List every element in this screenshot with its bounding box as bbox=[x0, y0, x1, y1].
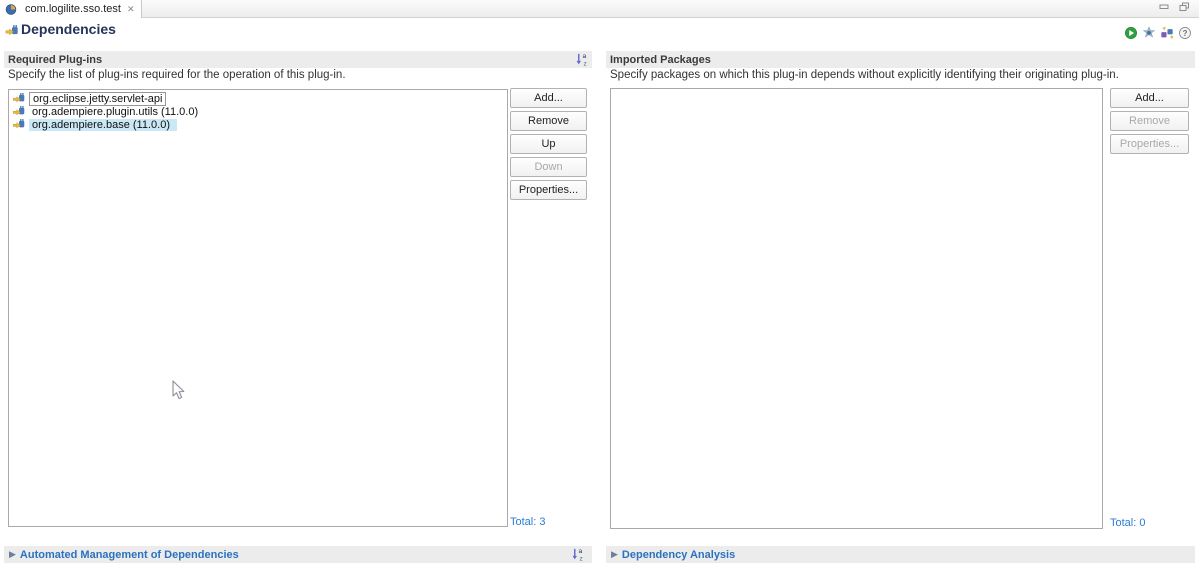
plugin-manifest-icon bbox=[4, 3, 18, 16]
down-button: Down bbox=[510, 157, 587, 177]
help-icon[interactable]: ? bbox=[1178, 26, 1192, 40]
svg-text:?: ? bbox=[1183, 29, 1188, 38]
externalize-strings-icon[interactable] bbox=[1142, 26, 1156, 40]
remove-package-button: Remove bbox=[1110, 111, 1189, 131]
required-plugins-total: Total: 3 bbox=[510, 516, 545, 528]
imported-packages-list[interactable] bbox=[610, 88, 1103, 529]
plugin-manifest-editor: com.logilite.sso.test ✕ Dependencies bbox=[0, 0, 1199, 567]
required-plugins-description: Specify the list of plug-ins required fo… bbox=[8, 69, 346, 81]
svg-text:z: z bbox=[579, 556, 582, 562]
minimize-icon[interactable] bbox=[1159, 2, 1170, 12]
editor-tab-bar: com.logilite.sso.test ✕ bbox=[0, 0, 1199, 18]
imported-packages-total: Total: 0 bbox=[1110, 517, 1145, 529]
add-package-button[interactable]: Add... bbox=[1110, 88, 1189, 108]
form-toolbar: ? bbox=[1124, 26, 1192, 40]
dependency-analysis-title: Dependency Analysis bbox=[622, 549, 735, 561]
dependency-analysis-section[interactable]: ▶ Dependency Analysis bbox=[606, 546, 1195, 563]
package-properties-button: Properties... bbox=[1110, 134, 1189, 154]
imported-packages-section-header: Imported Packages bbox=[606, 51, 1195, 68]
organize-manifests-icon[interactable] bbox=[1160, 26, 1174, 40]
svg-text:a: a bbox=[583, 53, 587, 60]
plugin-name: org.adempiere.base (11.0.0) bbox=[29, 119, 177, 131]
up-button[interactable]: Up bbox=[510, 134, 587, 154]
sort-alphabetically-icon[interactable]: a z bbox=[571, 547, 586, 562]
add-plugin-button[interactable]: Add... bbox=[510, 88, 587, 108]
export-deployable-plugin-icon[interactable] bbox=[1124, 26, 1138, 40]
dependencies-page-icon bbox=[5, 24, 19, 38]
svg-text:a: a bbox=[579, 548, 583, 555]
page-title: Dependencies bbox=[21, 21, 116, 37]
view-controls bbox=[1159, 2, 1190, 12]
imported-packages-description: Specify packages on which this plug-in d… bbox=[610, 69, 1119, 81]
svg-text:z: z bbox=[583, 61, 586, 67]
editor-tab-title: com.logilite.sso.test bbox=[25, 3, 121, 15]
required-plugin-icon bbox=[12, 105, 26, 118]
plugin-name: org.adempiere.plugin.utils (11.0.0) bbox=[29, 106, 201, 118]
required-plugin-icon bbox=[12, 92, 26, 105]
remove-plugin-button[interactable]: Remove bbox=[510, 111, 587, 131]
editor-tab[interactable]: com.logilite.sso.test ✕ bbox=[0, 0, 142, 18]
automated-management-title: Automated Management of Dependencies bbox=[20, 549, 239, 561]
required-plugins-title: Required Plug-ins bbox=[4, 54, 102, 66]
restore-icon[interactable] bbox=[1179, 2, 1190, 12]
automated-management-section[interactable]: ▶ Automated Management of Dependencies a… bbox=[4, 546, 592, 563]
list-item[interactable]: org.adempiere.plugin.utils (11.0.0) bbox=[9, 105, 507, 118]
list-item[interactable]: org.eclipse.jetty.servlet-api bbox=[9, 92, 507, 105]
plugin-name: org.eclipse.jetty.servlet-api bbox=[29, 92, 166, 106]
required-plugins-section-header: Required Plug-ins a z bbox=[4, 51, 592, 68]
chevron-right-icon: ▶ bbox=[9, 549, 16, 560]
plugin-properties-button[interactable]: Properties... bbox=[510, 180, 587, 200]
sort-alphabetically-icon[interactable]: a z bbox=[575, 52, 590, 67]
list-item[interactable]: org.adempiere.base (11.0.0) bbox=[9, 118, 507, 131]
imported-packages-title: Imported Packages bbox=[606, 54, 711, 66]
form-header: Dependencies ? bbox=[0, 18, 1199, 44]
tab-close-icon[interactable]: ✕ bbox=[127, 4, 135, 15]
required-plugins-list[interactable]: org.eclipse.jetty.servlet-api org.adempi… bbox=[8, 89, 508, 527]
chevron-right-icon: ▶ bbox=[611, 549, 618, 560]
required-plugin-icon bbox=[12, 118, 26, 131]
